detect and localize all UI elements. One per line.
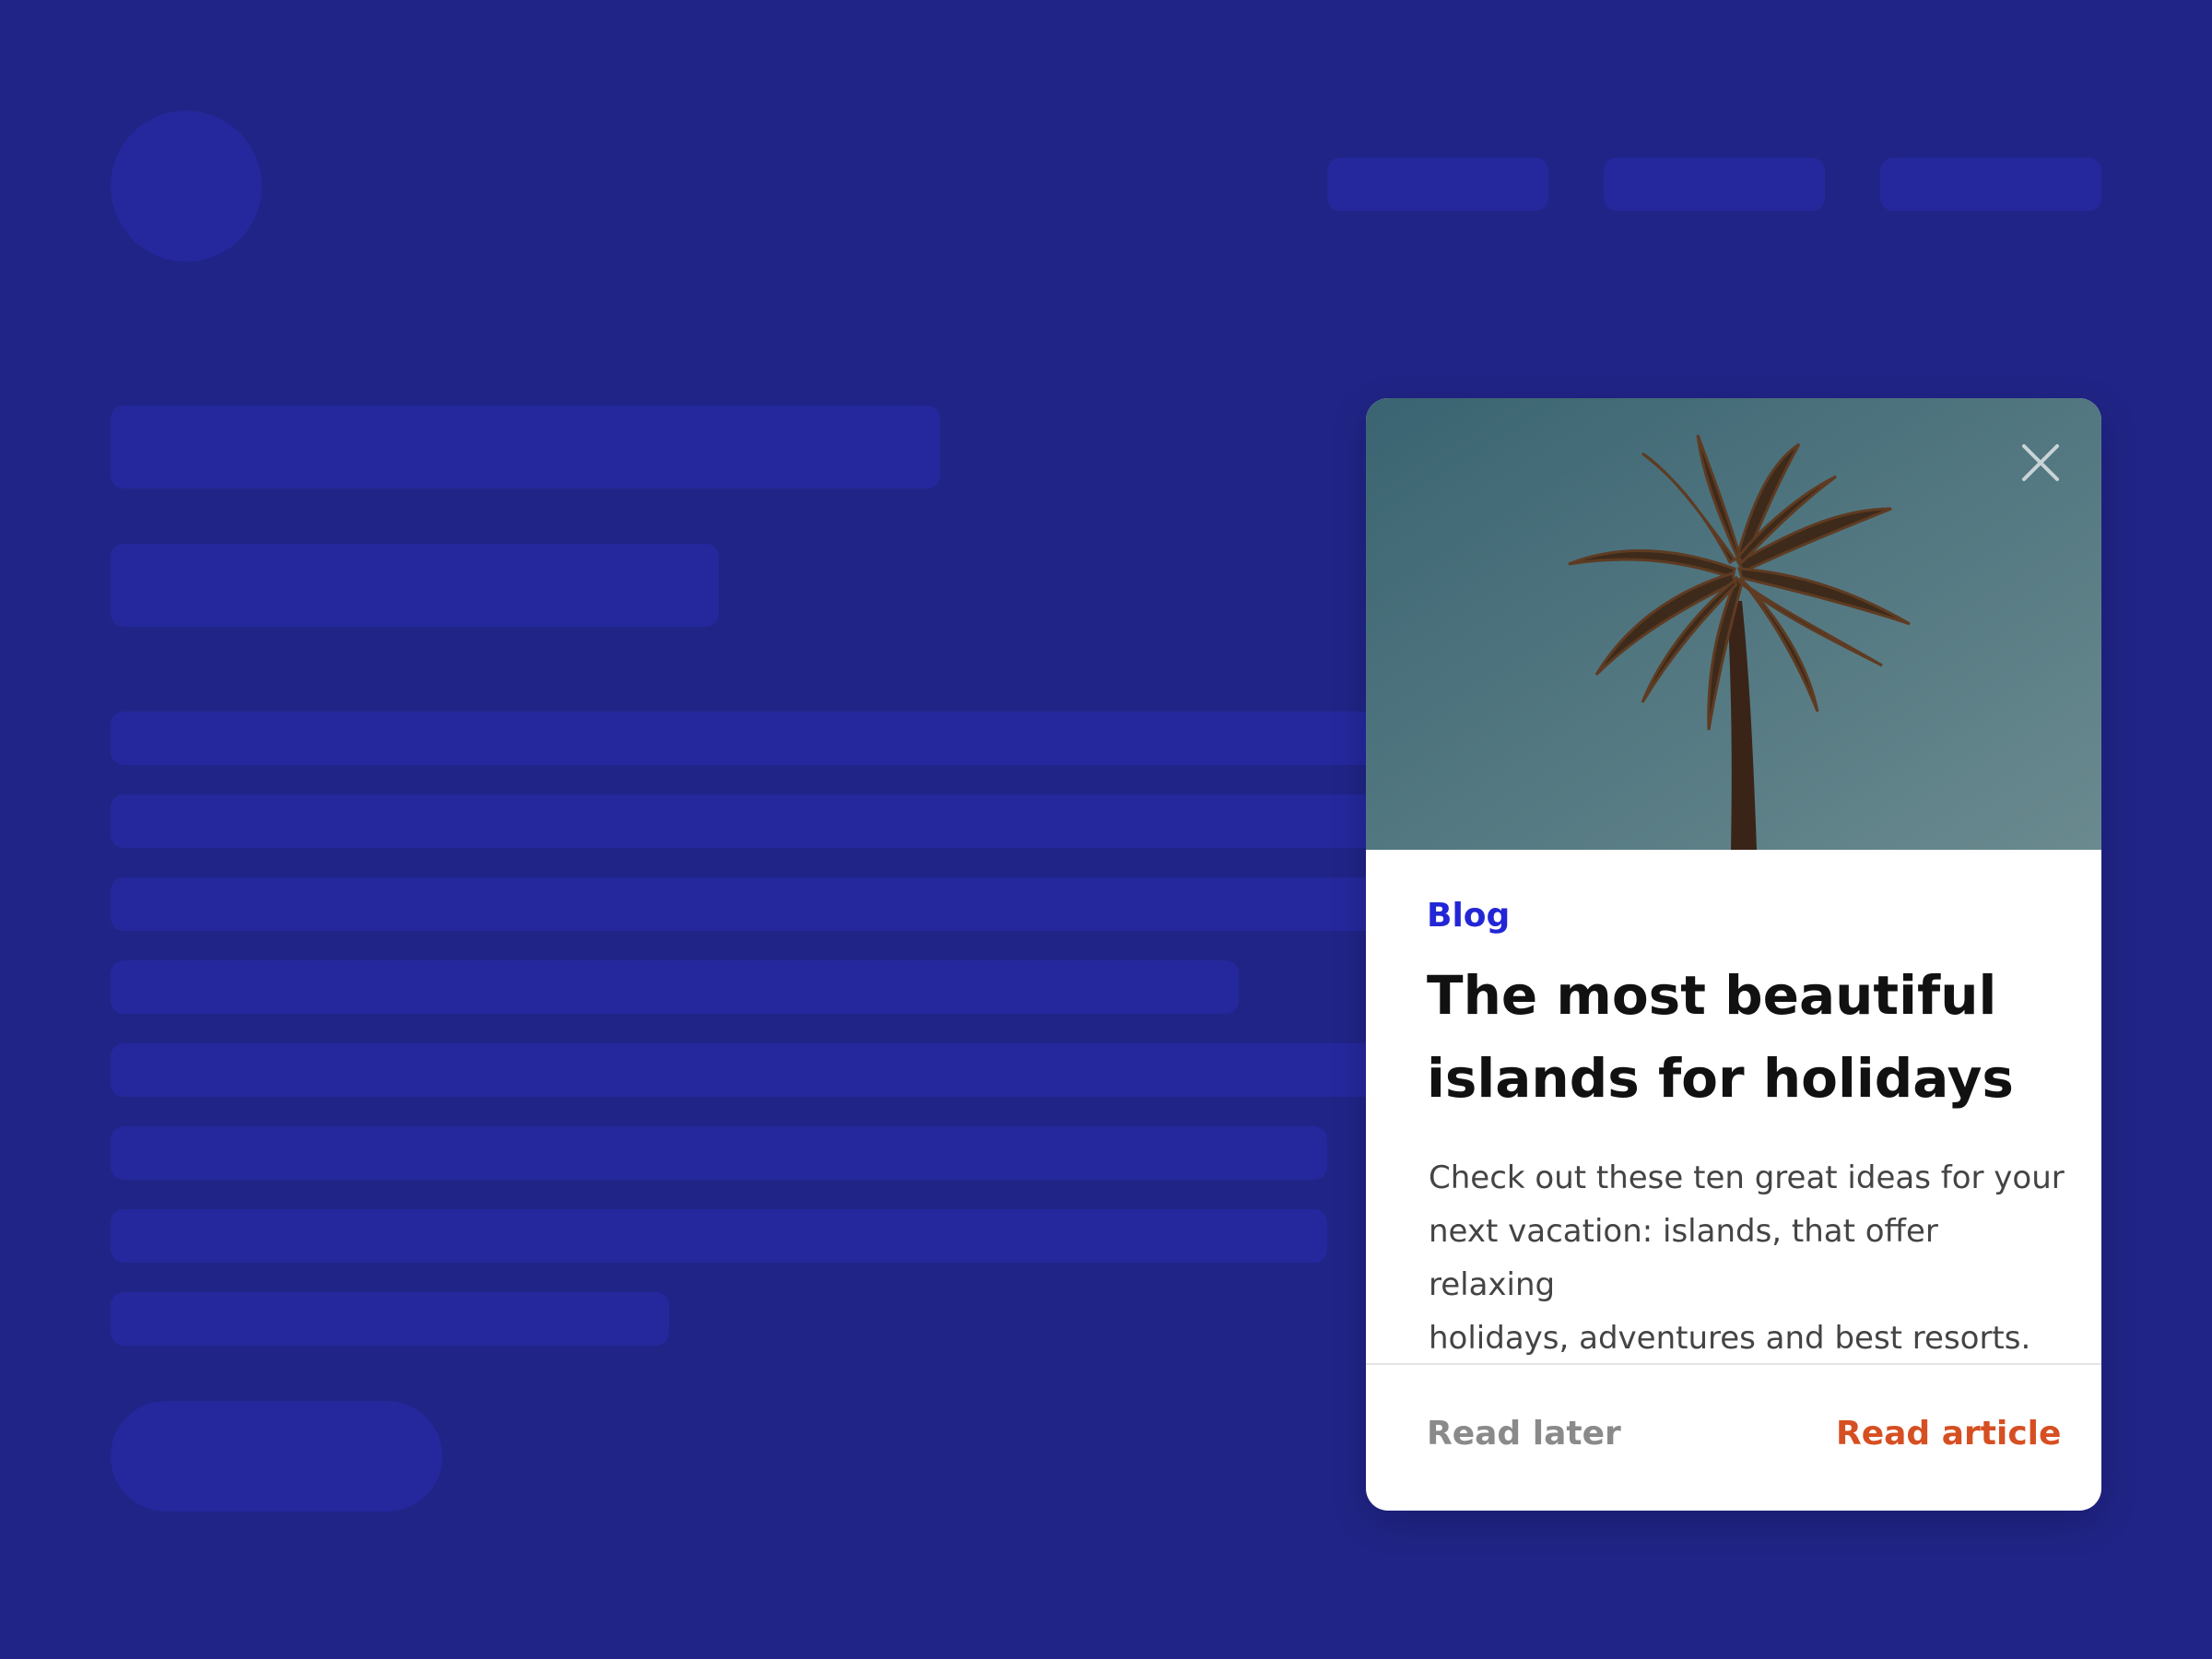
heading-placeholder	[111, 406, 940, 488]
article-image	[1366, 398, 2101, 850]
text-line-placeholder	[111, 877, 1382, 931]
category-label[interactable]: Blog	[1427, 896, 1510, 936]
text-line-placeholder	[111, 1292, 669, 1346]
description-line: next vacation: islands, that offer relax…	[1429, 1213, 1938, 1303]
text-line-placeholder	[111, 1209, 1327, 1263]
logo-placeholder	[111, 111, 262, 262]
nav-link-placeholder[interactable]	[1880, 158, 2101, 211]
close-button[interactable]	[2013, 435, 2068, 490]
card-divider	[1366, 1363, 2101, 1365]
text-line-placeholder	[111, 712, 1382, 765]
nav-link-placeholder[interactable]	[1327, 158, 1548, 211]
read-later-button[interactable]: Read later	[1427, 1412, 1621, 1456]
page-background: Blog The most beautiful islands for holi…	[0, 0, 2212, 1659]
text-line-placeholder	[111, 960, 1239, 1014]
description-line: holidays, adventures and best resorts.	[1429, 1320, 2031, 1357]
read-article-button[interactable]: Read article	[1836, 1412, 2061, 1456]
text-line-placeholder	[111, 794, 1382, 848]
article-title[interactable]: The most beautiful islands for holidays	[1427, 954, 2053, 1120]
title-line: islands for holidays	[1427, 1047, 2014, 1110]
text-line-placeholder	[111, 1126, 1327, 1180]
palm-tree-image	[1366, 398, 2101, 850]
nav-link-placeholder[interactable]	[1604, 158, 1825, 211]
close-icon[interactable]	[2013, 435, 2068, 490]
title-line: The most beautiful	[1427, 964, 1997, 1027]
description-line: Check out these ten great ideas for your	[1429, 1159, 2065, 1196]
text-line-placeholder	[111, 1043, 1382, 1097]
subheading-placeholder	[111, 544, 719, 627]
button-placeholder[interactable]	[111, 1401, 442, 1512]
article-description: Check out these ten great ideas for your…	[1429, 1151, 2065, 1365]
